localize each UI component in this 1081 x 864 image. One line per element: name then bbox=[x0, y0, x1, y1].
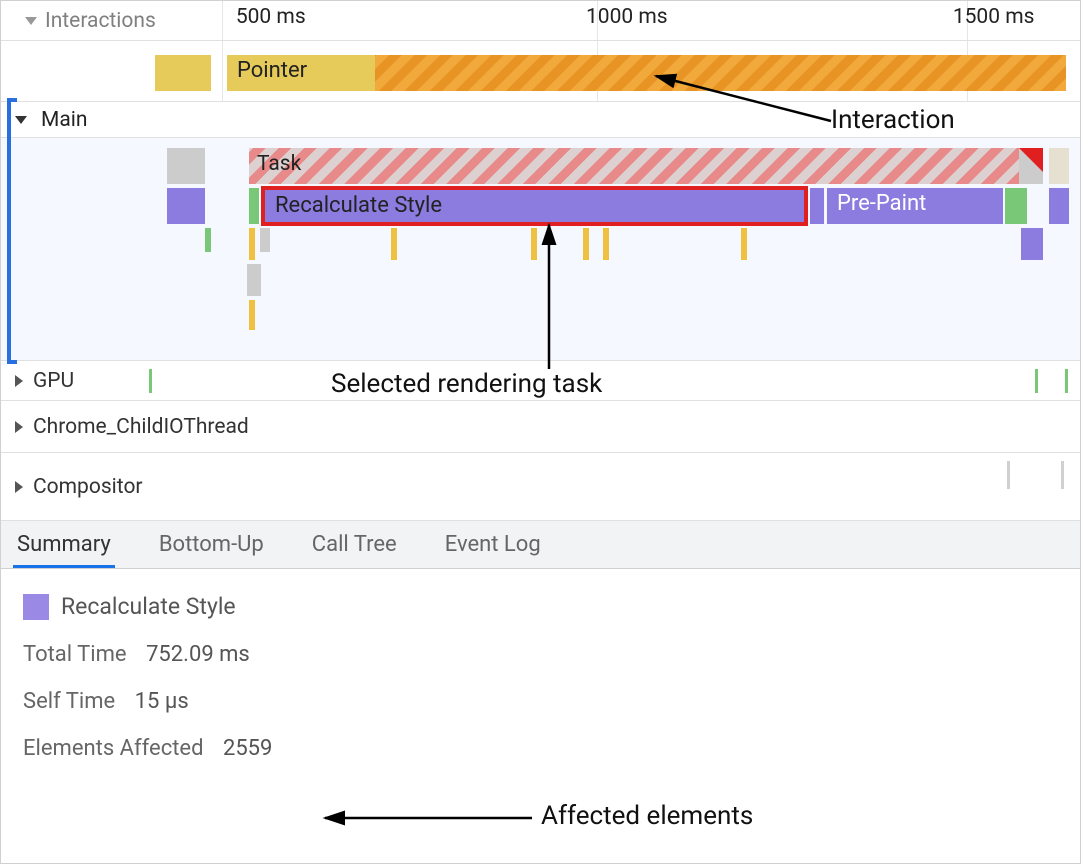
track-label-text: Chrome_ChildIOThread bbox=[33, 415, 249, 439]
interaction-block[interactable] bbox=[155, 55, 211, 91]
summary-value: 15 µs bbox=[135, 689, 189, 714]
tick bbox=[1061, 461, 1064, 489]
activity-label: Recalculate Style bbox=[275, 193, 442, 218]
chevron-right-icon bbox=[15, 375, 23, 387]
time-ruler: 500 ms 1000 ms 1500 ms bbox=[1, 1, 1080, 41]
tab-call-tree[interactable]: Call Tree bbox=[310, 522, 399, 567]
gpu-track[interactable]: GPU bbox=[1, 361, 1080, 401]
tick bbox=[1007, 461, 1010, 489]
selection-bracket bbox=[7, 98, 17, 364]
task-bar[interactable]: Task bbox=[249, 148, 1019, 184]
summary-elements-affected: Elements Affected 2559 bbox=[23, 736, 1058, 761]
interactions-track-header[interactable]: Interactions bbox=[15, 3, 156, 39]
pre-paint-block[interactable]: Pre-Paint bbox=[827, 188, 1003, 224]
track-label-text: Interactions bbox=[45, 9, 156, 33]
summary-total-time: Total Time 752.09 ms bbox=[23, 642, 1058, 667]
tick bbox=[741, 228, 747, 260]
tab-bottom-up[interactable]: Bottom-Up bbox=[157, 522, 266, 567]
interaction-label: Pointer bbox=[237, 58, 307, 83]
tab-event-log[interactable]: Event Log bbox=[443, 522, 543, 567]
summary-value: 752.09 ms bbox=[146, 642, 250, 667]
summary-self-time: Self Time 15 µs bbox=[23, 689, 1058, 714]
tick bbox=[260, 228, 270, 252]
summary-label: Elements Affected bbox=[23, 736, 203, 761]
tick bbox=[391, 228, 397, 260]
activity-label: Pre-Paint bbox=[837, 191, 926, 216]
activity-slab[interactable] bbox=[1021, 228, 1043, 260]
chevron-right-icon bbox=[15, 481, 23, 493]
activity-slab[interactable] bbox=[1005, 188, 1027, 224]
tick bbox=[531, 228, 537, 260]
long-task-marker bbox=[1019, 148, 1043, 172]
compositor-track[interactable]: Compositor bbox=[1, 453, 1080, 521]
activity-slab[interactable] bbox=[1049, 188, 1069, 224]
activity-slab[interactable] bbox=[810, 188, 824, 224]
time-tick: 1500 ms bbox=[953, 5, 1035, 29]
summary-title: Recalculate Style bbox=[23, 593, 1058, 620]
summary-label: Self Time bbox=[23, 689, 115, 714]
details-tabs: Summary Bottom-Up Call Tree Event Log bbox=[1, 521, 1080, 569]
summary-panel: Recalculate Style Total Time 752.09 ms S… bbox=[1, 569, 1080, 863]
main-track: Main Task Recalculate Style Pre-Paint bbox=[1, 101, 1080, 361]
interaction-pointer-block[interactable]: Pointer bbox=[227, 55, 375, 91]
time-tick: 1000 ms bbox=[586, 5, 668, 29]
activity-slab[interactable] bbox=[249, 188, 259, 224]
chevron-right-icon bbox=[15, 421, 23, 433]
activity-slab[interactable] bbox=[167, 188, 205, 224]
tick bbox=[1065, 369, 1068, 393]
tick bbox=[247, 264, 261, 296]
childio-track[interactable]: Chrome_ChildIOThread bbox=[1, 401, 1080, 453]
tick bbox=[249, 300, 255, 330]
main-track-label[interactable]: Main bbox=[41, 108, 87, 132]
summary-value: 2559 bbox=[223, 736, 272, 761]
task-slab[interactable] bbox=[167, 148, 205, 184]
tick bbox=[149, 369, 152, 393]
tick bbox=[1035, 369, 1038, 393]
time-tick: 500 ms bbox=[236, 5, 306, 29]
task-label: Task bbox=[257, 152, 301, 176]
interaction-long-block[interactable] bbox=[375, 55, 1066, 91]
tab-summary[interactable]: Summary bbox=[15, 522, 113, 567]
summary-title-text: Recalculate Style bbox=[61, 593, 236, 620]
chevron-down-icon bbox=[25, 17, 37, 25]
summary-label: Total Time bbox=[23, 642, 127, 667]
recalculate-style-block[interactable]: Recalculate Style bbox=[261, 186, 808, 226]
devtools-performance-panel: 500 ms 1000 ms 1500 ms Interactions Poin… bbox=[0, 0, 1081, 864]
tick bbox=[603, 228, 609, 260]
tick bbox=[583, 228, 589, 260]
track-label-text: Compositor bbox=[33, 475, 143, 499]
tick bbox=[249, 228, 255, 260]
task-slab[interactable] bbox=[1049, 148, 1069, 184]
tick bbox=[205, 228, 211, 252]
color-swatch bbox=[23, 594, 49, 620]
track-label-text: GPU bbox=[33, 369, 74, 393]
